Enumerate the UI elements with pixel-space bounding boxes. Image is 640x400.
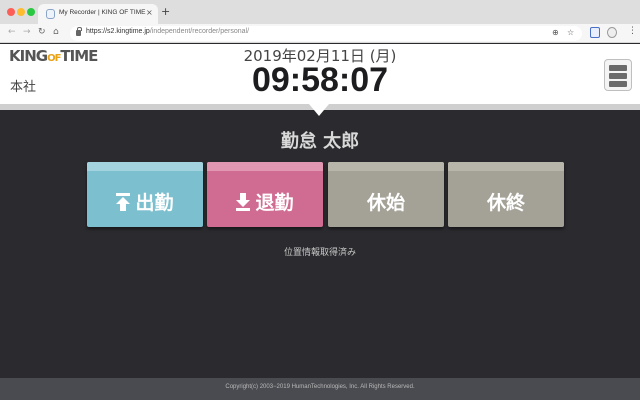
branch-name: 本社 <box>10 80 37 95</box>
url-text: https://s2.kingtime.jp/independent/recor… <box>86 28 249 35</box>
button-cap <box>448 162 564 171</box>
clock-in-label: 出勤 <box>87 188 203 215</box>
current-time: 09:58:07 <box>251 61 389 99</box>
menu-bar <box>609 81 627 87</box>
url-host: https://s2.kingtime.jp <box>86 28 150 35</box>
location-icon[interactable]: ⊕ <box>552 28 559 37</box>
break-start-text: 休始 <box>366 192 405 214</box>
king-of-time-logo: KINGOFTIME <box>9 47 98 65</box>
forward-icon[interactable]: → <box>23 27 31 37</box>
tab-close-icon[interactable]: × <box>146 8 153 17</box>
url-path: /independent/recorder/personal/ <box>149 28 250 35</box>
close-window-icon[interactable] <box>7 8 15 16</box>
button-cap <box>87 162 203 171</box>
extension-icon[interactable] <box>590 27 600 38</box>
clock-out-label: 退勤 <box>207 188 323 215</box>
menu-bar <box>609 73 627 79</box>
clock-out-button[interactable]: 退勤 <box>207 162 323 227</box>
arrow-up-icon <box>116 193 131 211</box>
break-start-button[interactable]: 休始 <box>328 162 444 227</box>
browser-tab-bar: My Recorder | KING OF TIME × + <box>0 0 640 24</box>
copyright: Copyright(c) 2003−2019 HumanTechnologies… <box>225 384 415 390</box>
address-bar[interactable]: https://s2.kingtime.jp/independent/recor… <box>70 26 582 41</box>
home-icon[interactable]: ⌂ <box>53 27 59 37</box>
footer: Copyright(c) 2003−2019 HumanTechnologies… <box>0 378 640 400</box>
employee-name: 勤怠 太郎 <box>280 131 360 152</box>
browser-tab[interactable]: My Recorder | KING OF TIME × <box>38 4 158 24</box>
button-cap <box>328 162 444 171</box>
header-pointer <box>309 104 329 116</box>
logo-part-time: TIME <box>60 47 98 65</box>
browser-toolbar: ← → ↻ ⌂ https://s2.kingtime.jp/independe… <box>0 24 640 43</box>
favicon-icon <box>46 9 55 19</box>
lock-icon[interactable] <box>76 27 82 36</box>
clock-in-button[interactable]: 出勤 <box>87 162 203 227</box>
menu-bar <box>609 65 627 71</box>
arrow-down-icon <box>236 193 251 211</box>
break-end-button[interactable]: 休終 <box>448 162 564 227</box>
hamburger-menu-button[interactable] <box>604 59 632 91</box>
reload-icon[interactable]: ↻ <box>38 27 46 37</box>
maximize-window-icon[interactable] <box>27 8 35 16</box>
tab-title: My Recorder | KING OF TIME <box>59 9 146 16</box>
break-end-text: 休終 <box>486 192 525 214</box>
new-tab-icon[interactable]: + <box>161 5 170 18</box>
button-cap <box>207 162 323 171</box>
minimize-window-icon[interactable] <box>17 8 25 16</box>
browser-menu-icon[interactable]: ⋮ <box>628 26 637 36</box>
back-icon[interactable]: ← <box>8 27 16 37</box>
extension-icon[interactable] <box>607 27 617 38</box>
logo-part-of: OF <box>47 53 61 64</box>
location-status: 位置情報取得済み <box>283 248 356 258</box>
bookmark-star-icon[interactable]: ☆ <box>567 28 574 37</box>
logo-part-king: KING <box>9 47 48 65</box>
clock-out-text: 退勤 <box>255 192 294 214</box>
clock-in-text: 出勤 <box>135 192 174 214</box>
